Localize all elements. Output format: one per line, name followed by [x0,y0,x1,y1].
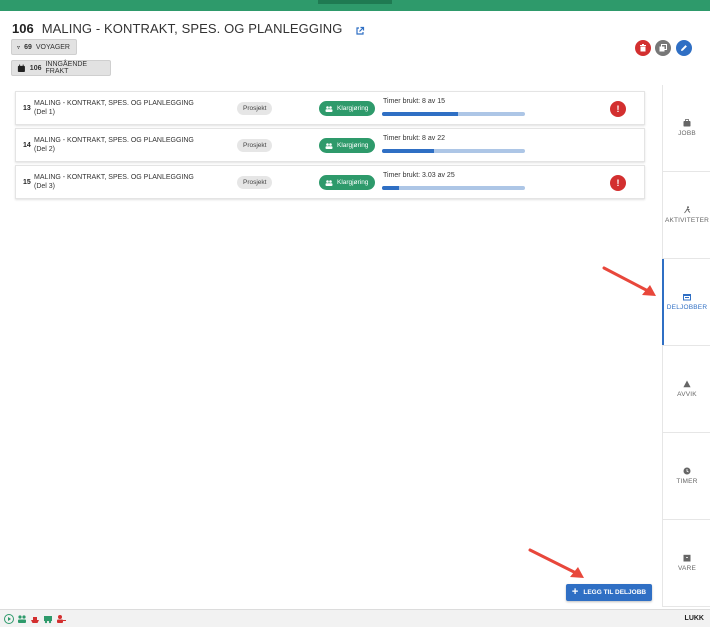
copy-button[interactable] [655,40,671,56]
hours-used-text: Timer brukt: 8 av 22 [383,135,445,142]
subjob-number: 14 [23,142,31,149]
tab-avvik[interactable]: AVVIK [663,346,710,433]
hours-progress-fill [382,112,459,116]
warning-icon [683,380,691,388]
voyager-count: 69 [24,43,32,51]
subjob-row[interactable]: 13 MALING - KONTRAKT, SPES. OG PLANLEGGIN… [15,91,645,125]
ship-icon[interactable] [30,614,40,624]
tab-label: TIMER [676,478,698,485]
activity-icon [683,206,691,214]
hours-progress-bar [382,149,525,153]
voyager-label: VOYAGER [35,43,70,51]
job-number: 106 [12,20,34,36]
subjob-row[interactable]: 14 MALING - KONTRAKT, SPES. OG PLANLEGGIN… [15,128,645,162]
tab-label: AKTIVITETER [664,217,710,224]
inbound-freight-chip[interactable]: 106 INNGÅENDE FRAKT [11,60,111,76]
hours-progress-fill [382,149,434,153]
type-badge: Prosjekt [237,176,273,189]
top-bar-notch [318,0,392,4]
close-button[interactable]: LUKK [685,615,704,622]
hours-progress-fill [382,186,400,190]
add-subjob-button[interactable]: + LEGG TIL DELJOBB [566,584,652,601]
plus-icon: + [571,586,579,598]
pencil-icon [681,45,687,51]
route-icon [17,45,20,49]
subjob-number: 13 [23,105,31,112]
play-icon[interactable] [4,614,14,624]
tab-jobb[interactable]: JOBB [663,85,710,172]
subjob-name: MALING - KONTRAKT, SPES. OG PLANLEGGING … [34,100,194,116]
annotation-arrow-deljobber [602,266,656,296]
box-icon [683,554,691,562]
clock-icon [683,467,691,475]
alert-icon[interactable]: ! [610,101,626,117]
hours-progress-bar [382,112,525,116]
delete-button[interactable] [635,40,651,56]
status-badge: Klargjøring [319,175,376,190]
status-label: Klargjøring [337,179,369,186]
calendar-icon [17,64,25,72]
status-badge: Klargjøring [319,101,376,116]
team-icon [325,142,333,149]
page: 106 MALING - KONTRAKT, SPES. OG PLANLEGG… [0,0,710,627]
voyager-chip[interactable]: 69 VOYAGER [11,39,77,55]
team-icon[interactable] [17,614,27,624]
status-label: Klargjøring [337,105,369,112]
tab-vare[interactable]: VARE [663,520,710,607]
edit-button[interactable] [676,40,692,56]
job-title: MALING - KONTRAKT, SPES. OG PLANLEGGING [41,20,343,36]
hours-used-text: Timer brukt: 3.03 av 25 [383,172,455,179]
sidebar: JOBB AKTIVITETER DELJOBBER AVVIK TIMER VARE [662,85,710,607]
type-badge: Prosjekt [237,102,273,115]
tab-label: AVVIK [677,391,697,398]
add-subjob-label: LEGG TIL DELJOBB [583,589,647,596]
alert-icon[interactable]: ! [610,175,626,191]
tab-aktiviteter[interactable]: AKTIVITETER [663,172,710,259]
subjob-name: MALING - KONTRAKT, SPES. OG PLANLEGGING … [34,174,194,190]
subjob-row[interactable]: 15 MALING - KONTRAKT, SPES. OG PLANLEGGIN… [15,165,645,199]
user-remove-icon[interactable] [56,614,66,624]
briefcase-icon [683,119,691,127]
subjob-number: 15 [23,179,31,186]
hours-used-text: Timer brukt: 8 av 15 [383,98,445,105]
team-icon [325,179,333,186]
tab-label: DELJOBBER [666,304,708,311]
tab-deljobber[interactable]: DELJOBBER [662,259,710,346]
annotation-arrow-add [528,548,584,578]
subjobs-icon [683,293,691,301]
top-bar [0,0,710,11]
copy-icon [659,44,667,52]
status-badge: Klargjøring [319,138,376,153]
job-header: 106 MALING - KONTRAKT, SPES. OG PLANLEGG… [12,19,365,37]
team-icon [325,105,333,112]
freight-count: 106 [29,64,42,72]
type-badge: Prosjekt [237,139,273,152]
subjob-name: MALING - KONTRAKT, SPES. OG PLANLEGGING … [34,137,194,153]
status-label: Klargjøring [337,142,369,149]
tab-label: VARE [677,565,697,572]
trash-icon [640,44,646,52]
subjob-list: 13 MALING - KONTRAKT, SPES. OG PLANLEGGIN… [15,91,645,202]
tab-timer[interactable]: TIMER [663,433,710,520]
tab-label: JOBB [678,130,696,137]
bottom-bar: LUKK [0,609,710,627]
external-link-icon[interactable] [355,23,365,35]
hours-progress-bar [382,186,525,190]
vehicle-icon[interactable] [43,614,53,624]
freight-label: INNGÅENDE FRAKT [45,61,88,75]
